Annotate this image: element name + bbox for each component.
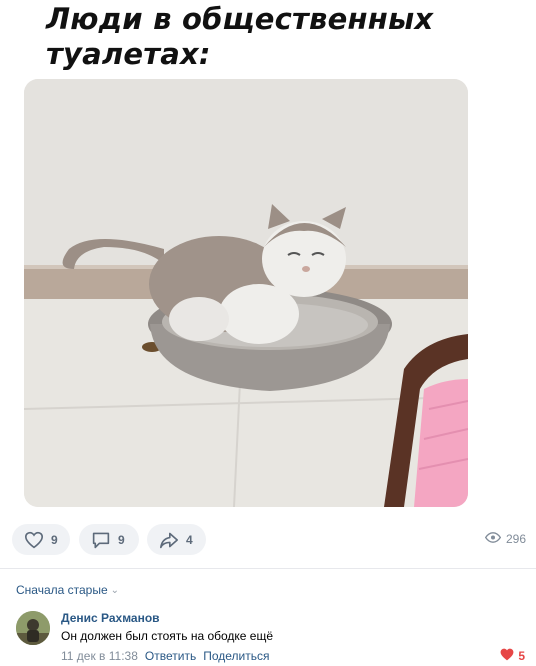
divider <box>0 568 536 569</box>
comment-like-button[interactable]: 5 <box>500 648 525 664</box>
comment-time[interactable]: 11 дек в 11:38 <box>61 649 138 663</box>
reply-link[interactable]: Ответить <box>145 649 196 663</box>
comment-text: Он должен был стоять на ободке ещё <box>61 629 274 643</box>
comments-sort-dropdown[interactable]: Сначала старые ⌄ <box>16 583 119 597</box>
heart-filled-icon <box>500 648 514 664</box>
post-image[interactable]: Люди в общественных туалетах: <box>0 0 536 516</box>
chevron-down-icon: ⌄ <box>110 584 120 596</box>
comment-like-count: 5 <box>518 649 525 663</box>
share-comment-link[interactable]: Поделиться <box>203 649 269 663</box>
share-button[interactable]: 4 <box>147 524 206 555</box>
meme-caption: Люди в общественных туалетах: <box>46 2 486 72</box>
meme-caption-line-1: Люди в общественных <box>46 2 434 36</box>
comment-author[interactable]: Денис Рахманов <box>61 611 160 625</box>
share-count: 4 <box>186 532 193 547</box>
meme-caption-line-2: туалетах: <box>46 37 211 71</box>
comment-item: Денис Рахманов Он должен был стоять на о… <box>0 605 536 666</box>
comment-bubble-icon <box>91 531 111 549</box>
views-count: 296 <box>505 532 526 546</box>
eye-icon <box>484 532 502 546</box>
like-button[interactable]: 9 <box>12 524 70 555</box>
sort-label: Сначала старые <box>16 583 108 597</box>
avatar[interactable] <box>16 611 50 645</box>
heart-outline-icon <box>24 531 44 549</box>
views-counter: 296 <box>484 532 526 546</box>
cat-photo <box>24 79 468 507</box>
like-count: 9 <box>51 532 58 547</box>
comment-meta: 11 дек в 11:38 Ответить Поделиться <box>61 649 269 663</box>
share-arrow-icon <box>159 531 179 549</box>
comment-count: 9 <box>118 532 125 547</box>
post-actions: 9 9 4 296 <box>0 516 536 568</box>
comment-button[interactable]: 9 <box>79 524 139 555</box>
